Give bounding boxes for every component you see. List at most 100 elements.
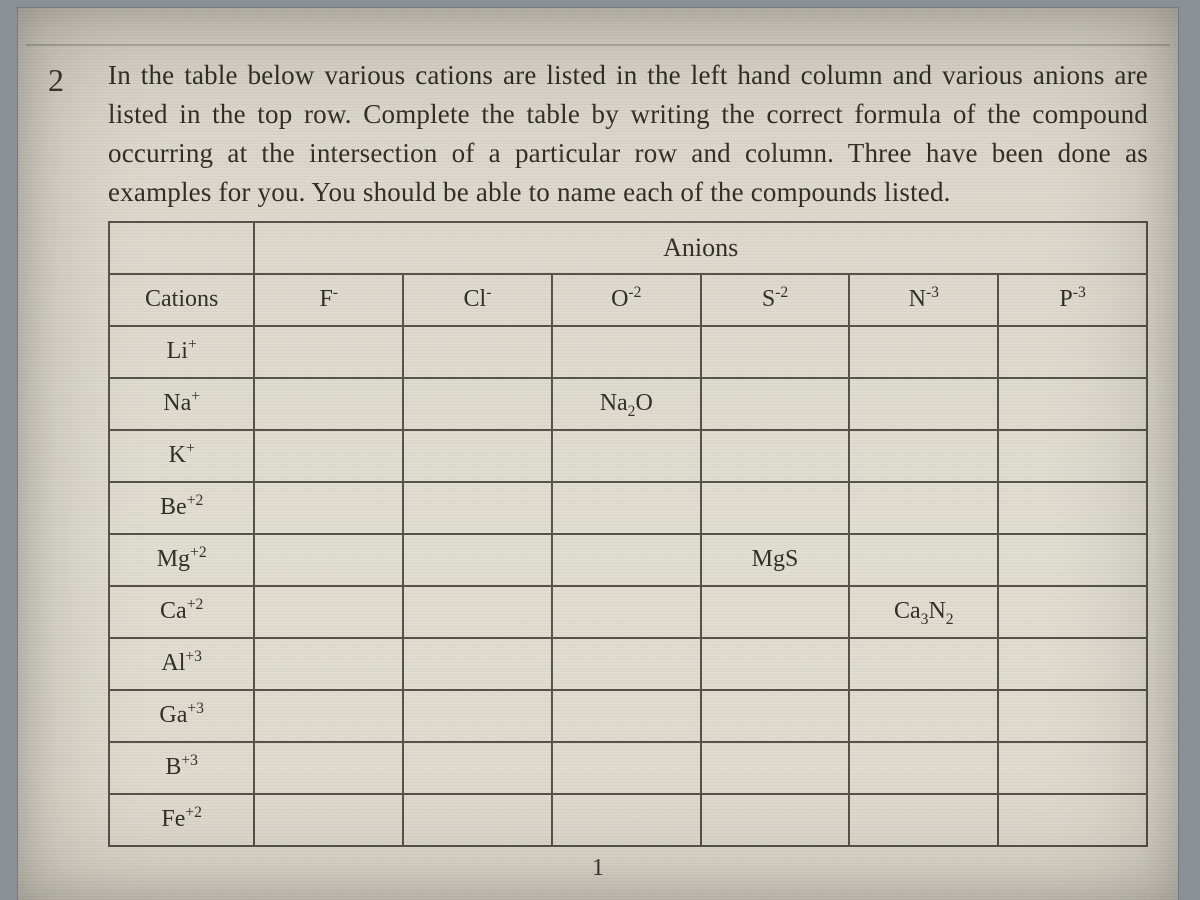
ion-table: Anions Cations F-Cl-O-2S-2N-3P-3 Li+Na+N… <box>108 221 1148 847</box>
compound-cell[interactable] <box>552 482 701 534</box>
cation-header: Be+2 <box>109 482 254 534</box>
cation-header: K+ <box>109 430 254 482</box>
anion-header: P-3 <box>998 274 1147 326</box>
compound-cell[interactable]: MgS <box>701 534 850 586</box>
compound-cell[interactable] <box>552 690 701 742</box>
cation-header: Ca+2 <box>109 586 254 638</box>
cation-header: Mg+2 <box>109 534 254 586</box>
page-number: 1 <box>18 855 1178 882</box>
cation-label: Ga+3 <box>159 702 204 728</box>
compound-cell[interactable] <box>403 430 552 482</box>
compound-cell[interactable] <box>701 794 850 846</box>
anion-header: N-3 <box>849 274 998 326</box>
compound-cell[interactable] <box>998 586 1147 638</box>
corner-blank <box>109 222 254 274</box>
cation-label: Mg+2 <box>157 546 207 572</box>
compound-cell[interactable] <box>849 638 998 690</box>
top-rule <box>26 8 1170 46</box>
compound-cell[interactable] <box>552 794 701 846</box>
compound-cell[interactable] <box>849 482 998 534</box>
compound-cell[interactable] <box>552 586 701 638</box>
compound-cell[interactable] <box>998 794 1147 846</box>
compound-cell[interactable] <box>701 638 850 690</box>
compound-cell[interactable] <box>998 326 1147 378</box>
compound-cell[interactable] <box>998 482 1147 534</box>
anions-title-row: Anions <box>109 222 1147 274</box>
compound-cell[interactable] <box>254 638 403 690</box>
table-row: B+3 <box>109 742 1147 794</box>
anion-label: F- <box>319 286 338 312</box>
compound-cell[interactable] <box>254 534 403 586</box>
compound-cell[interactable] <box>849 690 998 742</box>
cation-label: Na+ <box>163 390 200 416</box>
compound-cell[interactable] <box>552 326 701 378</box>
cation-label: Al+3 <box>161 650 202 676</box>
compound-cell[interactable] <box>403 378 552 430</box>
compound-cell[interactable] <box>254 690 403 742</box>
cation-header: Al+3 <box>109 638 254 690</box>
compound-cell[interactable] <box>254 794 403 846</box>
compound-cell[interactable] <box>998 742 1147 794</box>
compound-cell[interactable] <box>254 742 403 794</box>
compound-cell[interactable] <box>998 378 1147 430</box>
compound-cell[interactable] <box>403 690 552 742</box>
compound-cell[interactable] <box>998 638 1147 690</box>
compound-cell[interactable] <box>998 534 1147 586</box>
compound-formula: MgS <box>752 546 799 572</box>
compound-cell[interactable] <box>701 742 850 794</box>
prompt-text: In the table below various cations are l… <box>108 56 1148 213</box>
compound-cell[interactable] <box>254 326 403 378</box>
cation-label: Li+ <box>167 338 197 364</box>
compound-cell[interactable] <box>552 534 701 586</box>
compound-cell[interactable] <box>701 378 850 430</box>
ion-table-body: Li+ Na+ Na2O K+Be+2 Mg+2 MgS Ca+2 Ca3N2 Al+3 Ga+3… <box>109 326 1147 846</box>
question-number: 2 <box>48 56 108 847</box>
compound-cell[interactable] <box>701 326 850 378</box>
anion-header-row: Cations F-Cl-O-2S-2N-3P-3 <box>109 274 1147 326</box>
compound-cell[interactable] <box>403 742 552 794</box>
compound-cell[interactable] <box>403 534 552 586</box>
compound-cell[interactable] <box>403 638 552 690</box>
cation-header: Na+ <box>109 378 254 430</box>
compound-cell[interactable] <box>403 482 552 534</box>
cation-header: B+3 <box>109 742 254 794</box>
compound-cell[interactable] <box>701 430 850 482</box>
anion-label: N-3 <box>909 286 939 312</box>
table-row: Be+2 <box>109 482 1147 534</box>
compound-cell[interactable] <box>552 638 701 690</box>
cation-header: Fe+2 <box>109 794 254 846</box>
compound-cell[interactable] <box>254 586 403 638</box>
compound-cell[interactable] <box>254 482 403 534</box>
compound-cell[interactable]: Ca3N2 <box>849 586 998 638</box>
cation-label: B+3 <box>165 754 198 780</box>
anion-header: Cl- <box>403 274 552 326</box>
compound-cell[interactable] <box>998 690 1147 742</box>
compound-formula: Na2O <box>600 390 653 416</box>
anion-header: F- <box>254 274 403 326</box>
compound-cell[interactable] <box>403 794 552 846</box>
compound-cell[interactable] <box>849 534 998 586</box>
compound-cell[interactable] <box>254 378 403 430</box>
compound-cell[interactable]: Na2O <box>552 378 701 430</box>
compound-cell[interactable] <box>849 430 998 482</box>
anion-label: P-3 <box>1059 286 1085 312</box>
table-row: Ga+3 <box>109 690 1147 742</box>
cation-label: Ca+2 <box>160 598 203 624</box>
compound-cell[interactable] <box>849 326 998 378</box>
compound-cell[interactable] <box>849 742 998 794</box>
compound-cell[interactable] <box>701 586 850 638</box>
compound-cell[interactable] <box>701 482 850 534</box>
compound-cell[interactable] <box>254 430 403 482</box>
compound-formula: Ca3N2 <box>894 598 954 624</box>
compound-cell[interactable] <box>403 326 552 378</box>
compound-cell[interactable] <box>552 430 701 482</box>
compound-cell[interactable] <box>701 690 850 742</box>
cations-title: Cations <box>109 274 254 326</box>
compound-cell[interactable] <box>849 794 998 846</box>
anion-header: O-2 <box>552 274 701 326</box>
compound-cell[interactable] <box>552 742 701 794</box>
compound-cell[interactable] <box>403 586 552 638</box>
compound-cell[interactable] <box>849 378 998 430</box>
cation-header: Li+ <box>109 326 254 378</box>
compound-cell[interactable] <box>998 430 1147 482</box>
